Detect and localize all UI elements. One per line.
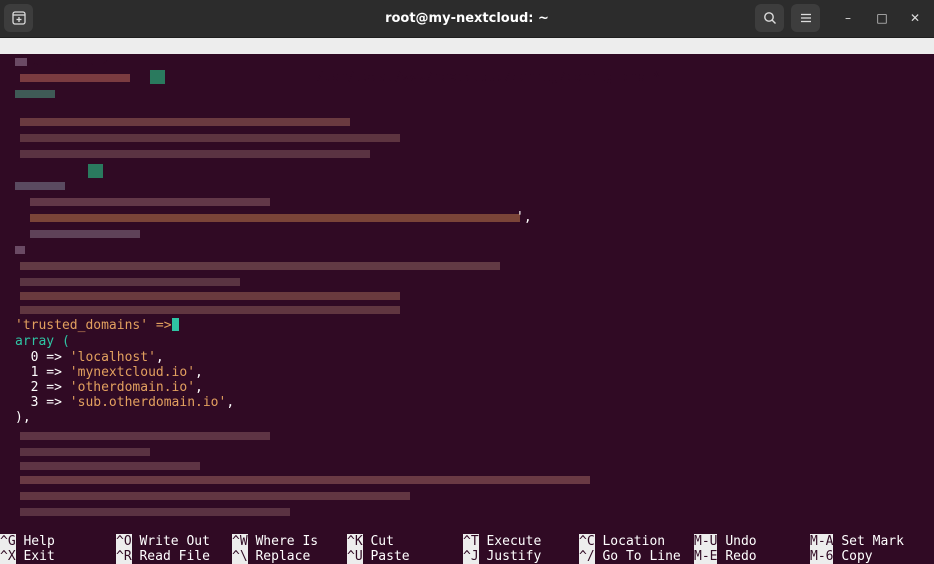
shortcut-paste[interactable]: ^U Paste [347, 549, 410, 564]
shortcut-key: M-A [810, 534, 834, 549]
shortcut-label: Write Out [139, 534, 210, 549]
shortcut-undo[interactable]: M-U Undo [694, 534, 757, 549]
shortcut-label: Justify [486, 549, 542, 564]
shortcut-label: Exit [23, 549, 55, 564]
shortcut-key: ^O [116, 534, 132, 549]
code-line-trusted-domains: 'trusted_domains' => [15, 318, 179, 333]
shortcut-key: M-6 [810, 549, 834, 564]
title-bar: root@my-nextcloud: ~ – □ ✕ [0, 0, 934, 38]
shortcut-key: ^T [463, 534, 479, 549]
shortcut-label: Execute [486, 534, 542, 549]
entry-value: 'mynextcloud.io' [69, 365, 196, 380]
menu-button[interactable] [791, 4, 820, 32]
shortcut-key: M-E [694, 549, 718, 564]
shortcut-label: Read File [139, 549, 210, 564]
shortcut-set-mark[interactable]: M-A Set Mark [810, 534, 904, 549]
shortcut-key: M-U [694, 534, 718, 549]
shortcut-key: ^R [116, 549, 132, 564]
visible-fragment: ', [516, 210, 532, 225]
entry-index: 2 [30, 380, 39, 395]
shortcut-key: ^X [0, 549, 16, 564]
code-line-entry: 0 => 'localhost', [30, 350, 164, 365]
search-icon [763, 12, 776, 24]
shortcut-justify[interactable]: ^J Justify [463, 549, 541, 564]
entry-value: 'sub.otherdomain.io' [69, 395, 227, 410]
shortcut-redo[interactable]: M-E Redo [694, 549, 757, 564]
maximize-button[interactable]: □ [872, 8, 892, 28]
editor-area[interactable]: ', 'trusted_domains' => array ( 0 => 'lo… [0, 56, 934, 524]
terminal-window: root@my-nextcloud: ~ – □ ✕ GNU nano 6.2 … [0, 0, 934, 564]
text-cursor [171, 318, 179, 331]
close-button[interactable]: ✕ [905, 8, 925, 28]
shortcut-label: Location [602, 534, 666, 549]
shortcut-copy[interactable]: M-6 Copy [810, 549, 873, 564]
code-line-entry: 1 => 'mynextcloud.io', [30, 365, 203, 380]
code-line-array: array ( [15, 334, 70, 349]
entry-index: 0 [30, 350, 39, 365]
shortcut-location[interactable]: ^C Location [579, 534, 665, 549]
shortcut-key: ^U [347, 549, 363, 564]
shortcut-exit[interactable]: ^X Exit [0, 549, 55, 564]
redacted-long-line [30, 214, 520, 222]
entry-index: 1 [30, 365, 39, 380]
hamburger-menu-icon [800, 13, 811, 23]
nano-header: GNU nano 6.2 /usr/local/www/nextcloud/co… [0, 38, 934, 85]
shortcut-read-file[interactable]: ^R Read File [116, 549, 210, 564]
shortcut-label: Undo [725, 534, 757, 549]
entry-value: 'otherdomain.io' [69, 380, 196, 395]
code-line-entry: 2 => 'otherdomain.io', [30, 380, 203, 395]
shortcut-label: Redo [725, 549, 757, 564]
shortcut-label: Set Mark [841, 534, 904, 549]
shortcut-cut[interactable]: ^K Cut [347, 534, 394, 549]
shortcut-write-out[interactable]: ^O Write Out [116, 534, 210, 549]
shortcut-execute[interactable]: ^T Execute [463, 534, 541, 549]
shortcut-label: Go To Line [602, 549, 681, 564]
shortcut-label: Paste [370, 549, 410, 564]
shortcut-replace[interactable]: ^\ Replace [232, 549, 310, 564]
minimize-button[interactable]: – [838, 8, 858, 28]
code-line-entry: 3 => 'sub.otherdomain.io', [30, 395, 235, 410]
shortcut-key: ^\ [232, 549, 248, 564]
entry-index: 3 [30, 395, 39, 410]
code-line-close: ), [15, 410, 31, 425]
shortcut-label: Cut [370, 534, 394, 549]
shortcut-label: Where Is [255, 534, 319, 549]
shortcut-label: Help [23, 534, 55, 549]
entry-value: 'localhost' [69, 350, 156, 365]
search-button[interactable] [755, 4, 784, 32]
shortcut-key: ^C [579, 534, 595, 549]
shortcut-label: Copy [841, 549, 873, 564]
shortcut-where-is[interactable]: ^W Where Is [232, 534, 318, 549]
shortcut-help[interactable]: ^G Help [0, 534, 55, 549]
shortcut-go-to-line[interactable]: ^/ Go To Line [579, 549, 681, 564]
shortcut-key: ^G [0, 534, 16, 549]
trusted-domains-key: 'trusted_domains' => [15, 318, 172, 333]
shortcut-key: ^K [347, 534, 363, 549]
shortcut-key: ^W [232, 534, 248, 549]
shortcut-key: ^/ [579, 549, 595, 564]
shortcut-key: ^J [463, 549, 479, 564]
shortcut-label: Replace [255, 549, 311, 564]
